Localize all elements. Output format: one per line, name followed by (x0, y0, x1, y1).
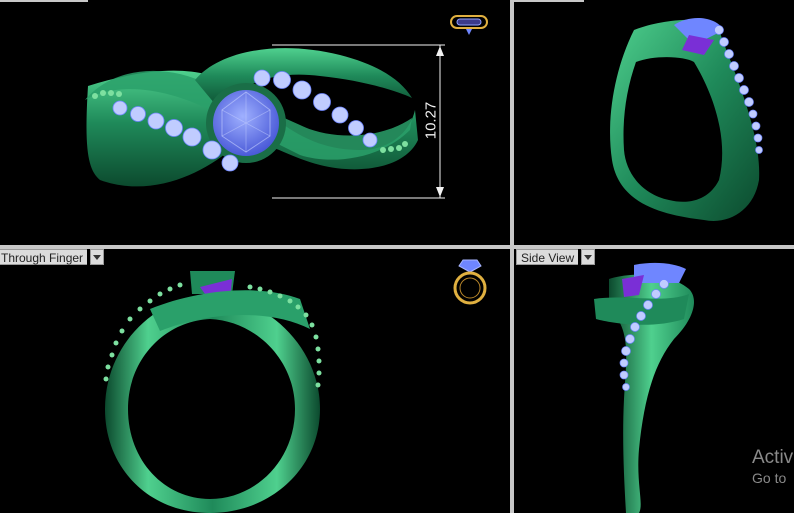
viewport-label-text: Through Finger (0, 249, 88, 265)
viewport-tab-top-left (0, 0, 88, 2)
ring-front-render (103, 271, 322, 513)
viewport-label-text: Side View (516, 249, 579, 265)
watermark-line-1: Activ (752, 447, 794, 468)
dimension-value: 10.27 (422, 101, 440, 140)
viewport-perspective[interactable] (514, 0, 794, 245)
ring-front-view-icon[interactable] (448, 256, 492, 308)
viewport-divider-horizontal[interactable] (0, 245, 794, 249)
viewport-divider-vertical[interactable] (510, 0, 514, 513)
chevron-down-icon[interactable] (581, 249, 596, 265)
os-activation-watermark: Activ Go to (752, 447, 793, 487)
viewport-front[interactable]: Through Finger (0, 249, 510, 513)
band-ring (105, 294, 320, 513)
watermark-line-2: Go to (752, 470, 787, 486)
ring-top-view-icon[interactable] (448, 12, 490, 36)
chevron-down-icon[interactable] (90, 249, 105, 265)
viewport-label-front[interactable]: Through Finger (0, 249, 105, 265)
viewport-tab-top-right (514, 0, 584, 2)
viewport-top[interactable]: 10.27 (0, 0, 510, 245)
ring-perspective-render (610, 18, 763, 221)
viewport-label-side[interactable]: Side View (516, 249, 596, 265)
